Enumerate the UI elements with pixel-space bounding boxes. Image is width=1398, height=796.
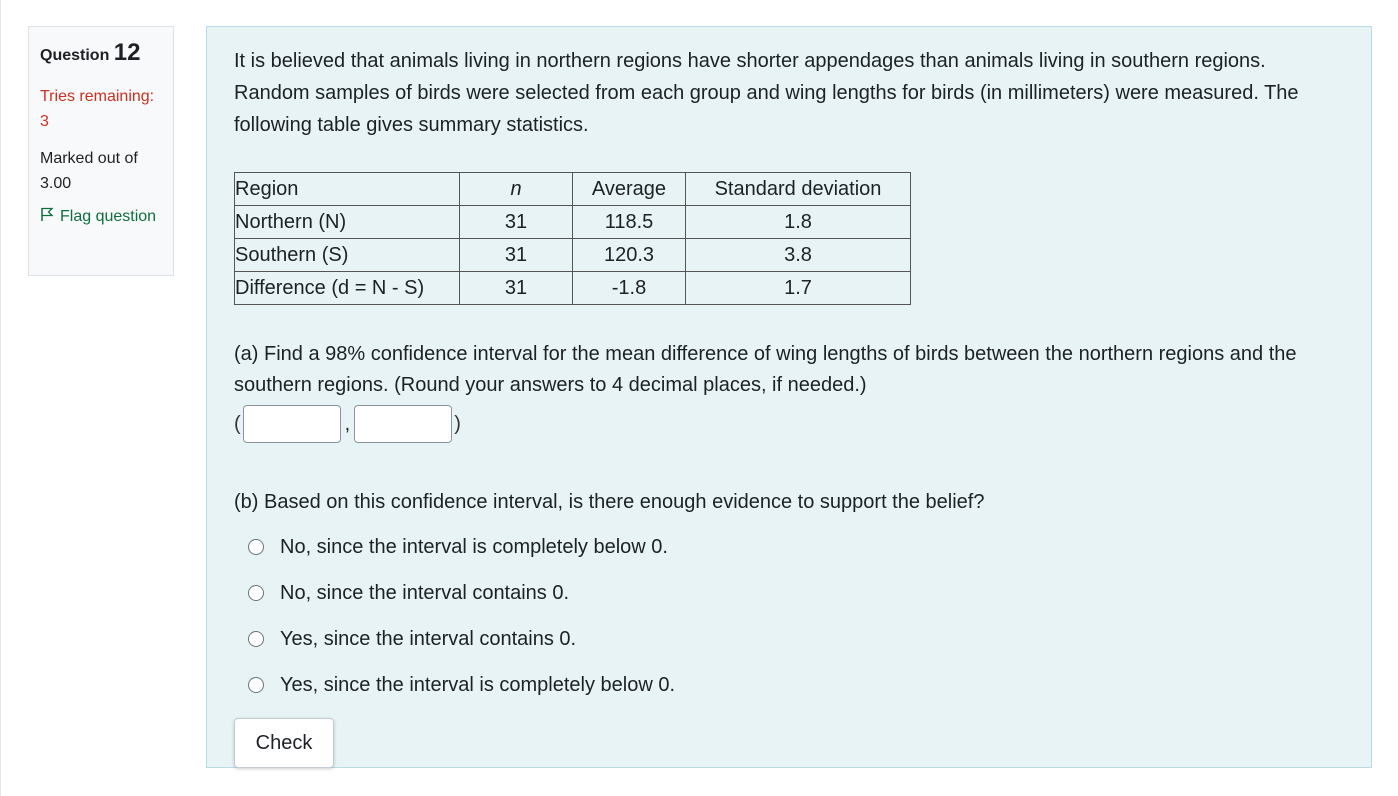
- table-cell: Difference (d = N - S): [234, 271, 460, 305]
- flag-question-link[interactable]: Flag question: [40, 204, 162, 230]
- answer-options: No, since the interval is completely bel…: [234, 524, 1344, 708]
- table-cell: 31: [459, 271, 573, 305]
- table-row: Difference (d = N - S) 31 -1.8 1.7: [234, 271, 911, 305]
- table-cell: Southern (S): [234, 238, 460, 272]
- answer-option[interactable]: Yes, since the interval is completely be…: [234, 662, 1344, 708]
- upper-bound-input[interactable]: [354, 405, 453, 443]
- part-b-prompt: (b) Based on this confidence interval, i…: [234, 491, 985, 513]
- table-header: Average: [572, 172, 686, 206]
- table-cell: Northern (N): [234, 205, 460, 239]
- question-info-panel: Question 12 Tries remaining: 3 Marked ou…: [28, 26, 174, 276]
- part-a-prompt: (a) Find a 98% confidence interval for t…: [234, 343, 1297, 396]
- answer-label: No, since the interval contains 0.: [280, 581, 570, 604]
- table-row: Southern (S) 31 120.3 3.8: [234, 238, 911, 272]
- radio-button[interactable]: [248, 677, 264, 693]
- marked-out-of: Marked out of 3.00: [40, 150, 138, 192]
- open-paren: (: [234, 412, 241, 435]
- table-row: Northern (N) 31 118.5 1.8: [234, 205, 911, 239]
- question-number-value: 12: [113, 39, 141, 66]
- answer-option[interactable]: No, since the interval is completely bel…: [234, 524, 1344, 570]
- question-label: Question: [40, 47, 110, 64]
- close-paren: ): [454, 412, 461, 435]
- summary-statistics-table: Region n Average Standard deviation Nort…: [234, 172, 911, 305]
- check-button[interactable]: Check: [234, 718, 334, 768]
- question-content: It is believed that animals living in no…: [206, 26, 1372, 768]
- answer-label: No, since the interval is completely bel…: [280, 535, 668, 558]
- lower-bound-input[interactable]: [242, 405, 341, 443]
- radio-button[interactable]: [248, 631, 264, 647]
- table-header: n: [459, 172, 573, 206]
- page-edge: [0, 0, 1, 796]
- answer-option[interactable]: No, since the interval contains 0.: [234, 570, 1344, 616]
- table-cell: 1.8: [685, 205, 911, 239]
- question-text: It is believed that animals living in no…: [234, 45, 1344, 141]
- table-header: Standard deviation: [685, 172, 911, 206]
- table-cell: -1.8: [572, 271, 686, 305]
- radio-button[interactable]: [248, 539, 264, 555]
- table-header: Region: [234, 172, 460, 206]
- table-cell: 120.3: [572, 238, 686, 272]
- question-number: Question 12: [40, 39, 162, 70]
- question-paragraph: It is believed that animals living in no…: [234, 50, 1299, 136]
- confidence-interval-inputs: ( , ): [234, 403, 1344, 445]
- answer-option[interactable]: Yes, since the interval contains 0.: [234, 616, 1344, 662]
- interval-comma: ,: [344, 412, 351, 435]
- answer-label: Yes, since the interval contains 0.: [280, 627, 577, 650]
- table-cell: 31: [459, 238, 573, 272]
- table-cell: 1.7: [685, 271, 911, 305]
- tries-remaining: Tries remaining: 3: [40, 88, 155, 130]
- flag-icon: [41, 207, 54, 221]
- table-cell: 3.8: [685, 238, 911, 272]
- radio-button[interactable]: [248, 585, 264, 601]
- table-header-row: Region n Average Standard deviation: [234, 172, 911, 206]
- table-cell: 118.5: [572, 205, 686, 239]
- answer-label: Yes, since the interval is completely be…: [280, 673, 676, 696]
- table-cell: 31: [459, 205, 573, 239]
- flag-question-label: Flag question: [60, 208, 157, 225]
